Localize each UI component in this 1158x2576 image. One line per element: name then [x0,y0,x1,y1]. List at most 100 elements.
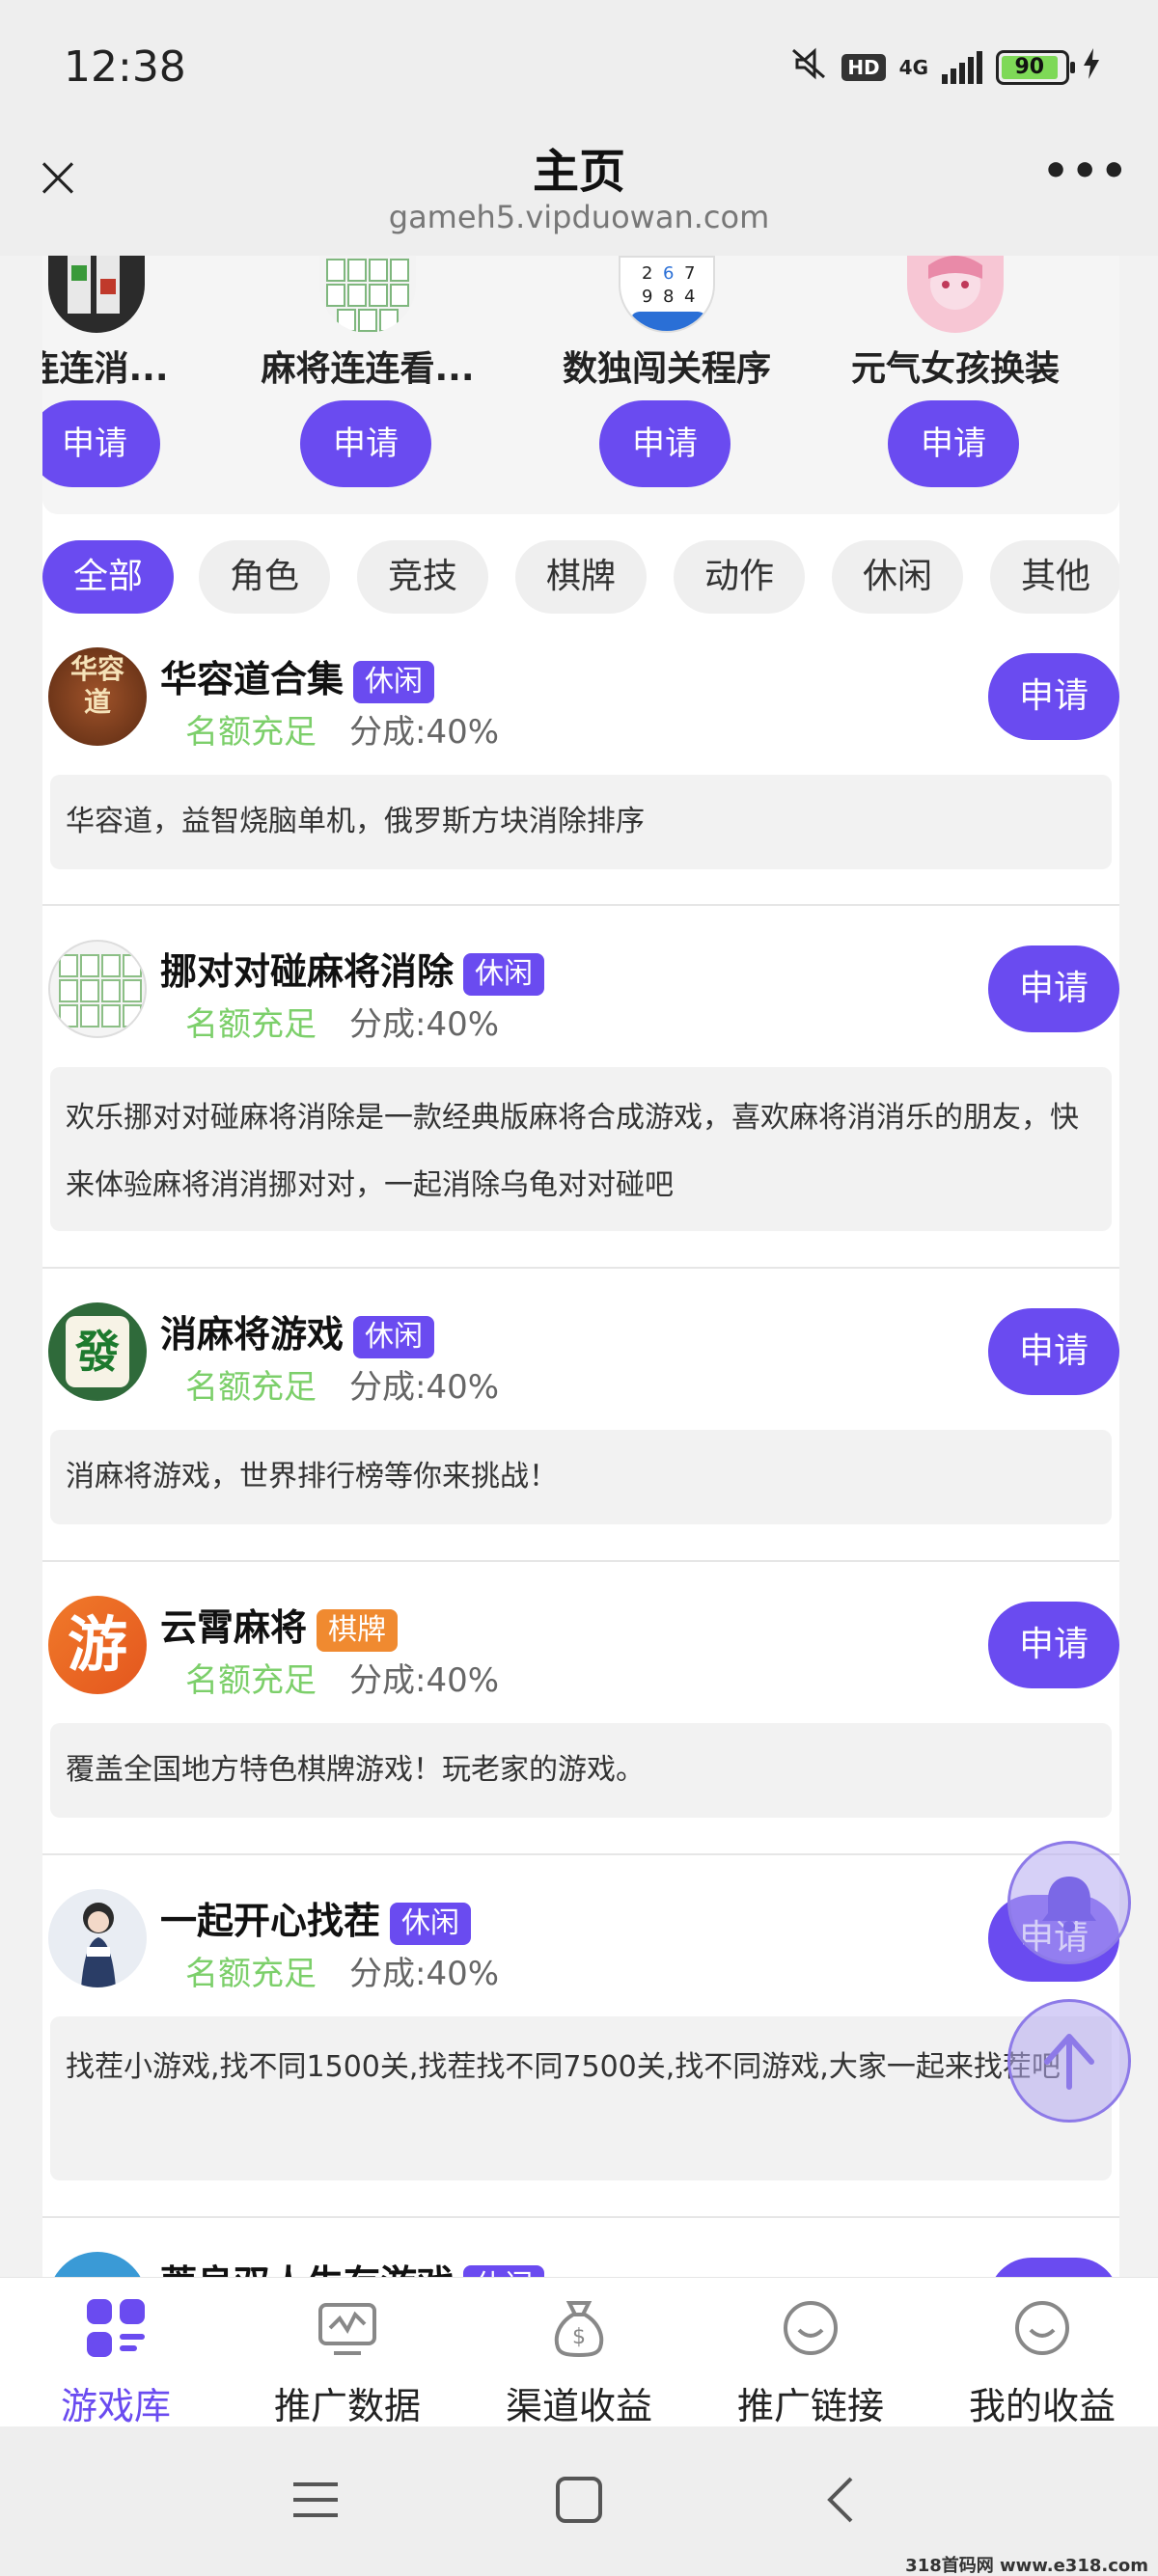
tab-label: 我的收益 [968,2385,1116,2427]
tab-label: 推广链接 [736,2385,884,2427]
game-description: 华容道，益智烧脑单机，俄罗斯方块消除排序 [50,775,1112,869]
game-list-item[interactable]: 發 消麻将游戏 休闲 名额充足 分成:40% 申请 消麻将游戏，世界排行榜等你来挑… [42,1297,1119,1528]
carousel-item[interactable]: 连连消... 申请 [42,256,232,514]
game-library-icon [85,2297,147,2359]
page-url: gameh5.vipduowan.com [388,199,770,235]
game-icon [48,256,145,333]
game-tag: 休闲 [353,660,435,703]
category-other[interactable]: 其他 [990,540,1119,614]
page-title: 主页 [532,145,625,199]
status-icons: HD 4G 90 [789,46,1100,88]
quota-status: 名额充足 [185,1005,317,1044]
category-casual[interactable]: 休闲 [832,540,963,614]
game-title: 挪对对碰麻将消除 [160,950,455,993]
carousel-item[interactable]: 元气女孩换装 申请 [820,256,1090,514]
revenue-share: 分成:40% [349,713,500,752]
smile-icon [780,2297,841,2359]
game-description: 找茬小游戏,找不同1500关,找茬找不同7500关,找不同游戏,大家一起来找茬吧 [50,2016,1112,2180]
game-title: 蒂良双人生存游戏 [160,2262,454,2277]
game-icon: 华容道 [48,647,147,746]
apply-button[interactable]: 申请 [300,400,431,487]
revenue-share: 分成:40% [349,1955,500,1993]
tab-game-library[interactable]: 游戏库 [0,2278,232,2427]
quota-status: 名额充足 [185,1661,317,1700]
apply-button[interactable]: 申请 [42,400,160,487]
sudoku-digit: 8 [663,287,674,307]
game-name: 一起开心找茬 休闲 [160,1891,472,1945]
sudoku-digit: 9 [642,287,652,307]
apply-button[interactable] [988,2258,1119,2277]
game-description: 欢乐挪对对碰麻将消除是一款经典版麻将合成游戏，喜欢麻将消消乐的朋友，快来体验麻将… [50,1067,1112,1231]
menu-icon[interactable] [290,2477,342,2523]
tab-my-revenue[interactable]: 我的收益 [926,2278,1158,2427]
top-bar: 12:38 HD 4G 90 × 主页 gameh5.vipduowan.com… [0,0,1158,256]
main-content: 连连消... 申请 麻将连连看... 申请 2 6 7 9 8 4 [42,256,1119,2277]
game-title: 消麻将游戏 [160,1313,345,1356]
carousel-item[interactable]: 麻将连连看... 申请 [233,256,503,514]
game-tag: 棋牌 [317,1608,399,1652]
home-icon[interactable] [554,2475,604,2525]
svg-text:$: $ [572,2325,586,2349]
battery-icon: 90 [996,49,1075,85]
status-time: 12:38 [64,42,186,92]
game-tag: 休闲 [463,2264,545,2277]
category-all[interactable]: 全部 [42,540,174,614]
game-icon [907,256,1004,333]
featured-carousel[interactable]: 连连消... 申请 麻将连连看... 申请 2 6 7 9 8 4 [42,256,1119,514]
network-label: 4G [898,55,928,79]
divider [42,2216,1119,2218]
game-name: 挪对对碰麻将消除 休闲 [160,942,545,996]
tab-promo-link[interactable]: 推广链接 [695,2278,926,2427]
notification-bell-icon[interactable] [1007,1841,1131,1964]
game-list-item[interactable]: 挪对对碰麻将消除 休闲 名额充足 分成:40% 申请 欢乐挪对对碰麻将消除是一款经… [42,934,1119,1231]
sudoku-digit: 4 [684,287,695,307]
game-tag: 休闲 [353,1315,435,1358]
game-title: 华容道合集 [160,658,345,700]
tab-label: 游戏库 [60,2385,171,2427]
category-chess[interactable]: 棋牌 [515,540,647,614]
divider [42,1853,1119,1855]
apply-button[interactable]: 申请 [988,653,1119,740]
game-description: 覆盖全国地方特色棋牌游戏！玩老家的游戏。 [50,1723,1112,1818]
category-filter: 全部 角色 竞技 棋牌 动作 休闲 其他 [42,540,1119,617]
more-icon[interactable]: ••• [1042,151,1127,212]
category-role[interactable]: 角色 [199,540,330,614]
apply-button[interactable]: 申请 [988,1602,1119,1688]
scroll-to-top-icon[interactable] [1007,1999,1131,2123]
apply-button[interactable]: 申请 [888,400,1019,487]
mute-icon [789,46,828,88]
game-icon [48,2252,147,2277]
apply-button[interactable]: 申请 [599,400,731,487]
game-list-item[interactable]: 蒂良双人生存游戏休闲 [42,2246,1119,2277]
carousel-item-name: 元气女孩换装 [850,349,1060,389]
watermark: 318首码网 www.e318.com [905,2556,1148,2576]
apply-button[interactable]: 申请 [988,945,1119,1032]
game-list-item[interactable]: 游 云霄麻将 棋牌 名额充足 分成:40% 申请 覆盖全国地方特色棋牌游戏！玩老家… [42,1590,1119,1822]
bottom-tab-bar: 游戏库 推广数据 $ 渠道收益 推广链接 我的收益 [0,2277,1158,2427]
game-title: 云霄麻将 [160,1606,308,1649]
category-action[interactable]: 动作 [674,540,805,614]
revenue-share: 分成:40% [349,1005,500,1044]
game-icon-text: 發 [66,1316,129,1387]
sudoku-digit: 6 [663,263,674,284]
game-icon [48,940,147,1038]
game-icon-text: 游 [67,1609,127,1680]
charging-icon [1083,48,1100,86]
game-title: 一起开心找茬 [160,1900,381,1942]
game-icon: 發 [48,1302,147,1401]
tab-promo-data[interactable]: 推广数据 [232,2278,463,2427]
game-icon: 游 [48,1596,147,1694]
carousel-item-name: 连连消... [42,349,169,389]
divider [42,1267,1119,1269]
smile-icon [1011,2297,1073,2359]
back-icon[interactable] [822,2475,861,2525]
money-bag-icon: $ [548,2297,610,2359]
apply-button[interactable]: 申请 [988,1308,1119,1395]
game-list-item[interactable]: 一起开心找茬休闲 名额充足 分成:40% 申请 找茬小游戏,找不同1500关,找… [42,1883,1119,2192]
game-description: 消麻将游戏，世界排行榜等你来挑战！ [50,1430,1112,1524]
category-competitive[interactable]: 竞技 [357,540,488,614]
game-name: 消麻将游戏 休闲 [160,1304,435,1358]
tab-channel-revenue[interactable]: $ 渠道收益 [463,2278,695,2427]
carousel-item[interactable]: 2 6 7 9 8 4 数独闯关程序 申请 [532,256,802,514]
quota-status: 名额充足 [185,1368,317,1407]
